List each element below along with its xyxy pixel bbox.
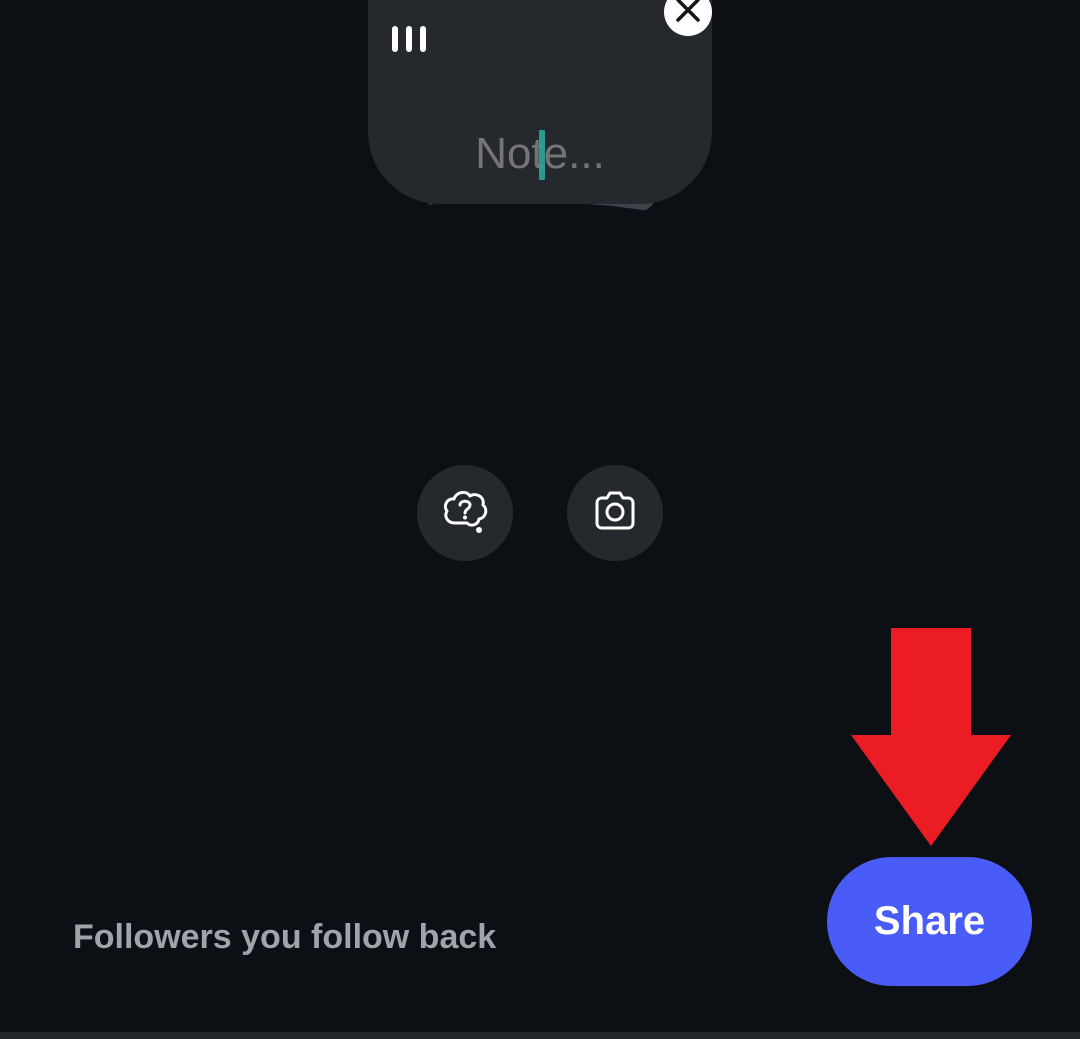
text-caret [539,130,545,180]
prompt-button[interactable] [417,465,513,561]
annotation-arrow [850,628,1012,848]
question-bubble-icon [441,487,489,540]
share-button[interactable]: Share [827,857,1032,986]
audience-label[interactable]: Followers you follow back [73,918,496,957]
bottom-bar [0,1032,1080,1039]
camera-button[interactable] [567,465,663,561]
close-icon [674,0,702,29]
voice-bars-icon[interactable] [392,26,428,52]
camera-icon [591,487,639,540]
note-composer-screen: Followers you follow back Share [0,0,1080,1039]
